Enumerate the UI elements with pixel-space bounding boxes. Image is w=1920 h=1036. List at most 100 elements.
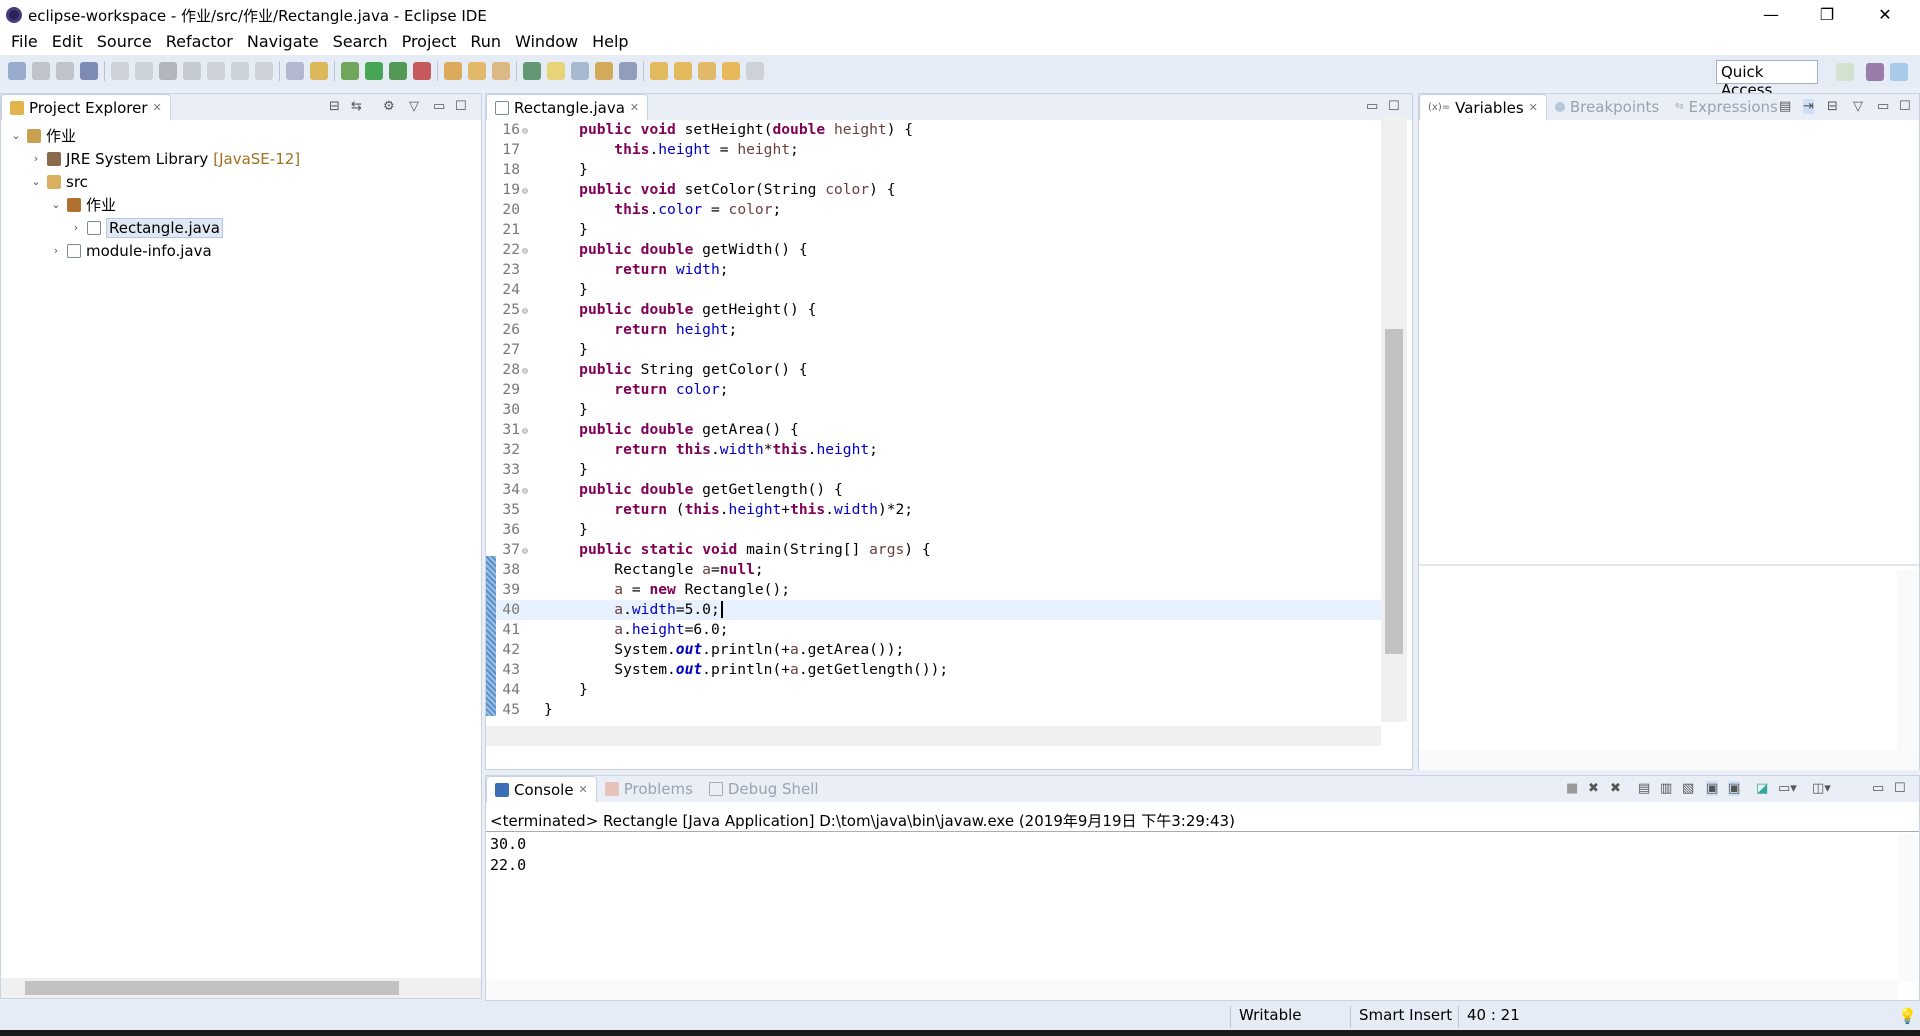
save-all-icon[interactable]: [56, 62, 74, 80]
view-menu-icon[interactable]: ▽: [1853, 99, 1863, 114]
run-icon[interactable]: [365, 62, 383, 80]
code-line[interactable]: 17 this.height = height;: [486, 140, 1381, 160]
remove-launch-icon[interactable]: ✖: [1588, 781, 1599, 796]
tab-variables[interactable]: (x)= Variables ✕: [1419, 94, 1547, 120]
java-perspective-icon[interactable]: [1866, 63, 1884, 81]
maximize-icon[interactable]: ☐: [1388, 99, 1400, 114]
fold-collapse-icon[interactable]: ⊖: [522, 362, 536, 382]
menu-search[interactable]: Search: [326, 30, 395, 55]
pin-console-icon[interactable]: ◪: [1756, 781, 1768, 796]
code-line[interactable]: 45 }: [486, 700, 1381, 720]
menu-project[interactable]: Project: [395, 30, 464, 55]
fold-collapse-icon[interactable]: ⊖: [522, 182, 536, 202]
external-tools-icon[interactable]: [413, 62, 431, 80]
menu-navigate[interactable]: Navigate: [240, 30, 326, 55]
new-java-project-icon[interactable]: [444, 62, 462, 80]
code-line[interactable]: 38 Rectangle a=null;: [486, 560, 1381, 580]
new-icon[interactable]: [8, 62, 26, 80]
chevron-right-icon[interactable]: ›: [49, 244, 63, 257]
menu-run[interactable]: Run: [463, 30, 508, 55]
menu-help[interactable]: Help: [585, 30, 635, 55]
scroll-lock-icon[interactable]: ▤: [1638, 781, 1650, 796]
code-line[interactable]: 46: [486, 720, 1381, 722]
minimize-button[interactable]: —: [1748, 2, 1794, 28]
tree-item[interactable]: › JRE System Library [JavaSE-12]: [1, 147, 481, 170]
code-line[interactable]: 30 }: [486, 400, 1381, 420]
code-line[interactable]: 22 ⊖ public double getWidth() {: [486, 240, 1381, 260]
close-icon[interactable]: ✕: [630, 101, 639, 114]
resume-icon[interactable]: [111, 62, 129, 80]
drop-to-frame-icon[interactable]: [286, 62, 304, 80]
chevron-right-icon[interactable]: ›: [69, 221, 83, 234]
quick-access-input[interactable]: Quick Access: [1716, 60, 1818, 99]
code-line[interactable]: 19 ⊖ public void setColor(String color) {: [486, 180, 1381, 200]
code-editor[interactable]: 16 ⊖ public void setHeight(double height)…: [486, 116, 1381, 722]
last-edit-icon[interactable]: [698, 62, 716, 80]
code-line[interactable]: 35 return (this.height+this.width)*2;: [486, 500, 1381, 520]
code-line[interactable]: 32 return this.width*this.height;: [486, 440, 1381, 460]
code-line[interactable]: 25 ⊖ public double getHeight() {: [486, 300, 1381, 320]
forward-icon[interactable]: [746, 62, 764, 80]
remove-all-terminated-icon[interactable]: ✖: [1610, 781, 1621, 796]
toggle-block-selection-icon[interactable]: [571, 62, 589, 80]
collapse-all-icon[interactable]: ⊟: [329, 99, 340, 114]
tree-item[interactable]: ⌄ 作业: [1, 124, 481, 147]
coverage-icon[interactable]: [389, 62, 407, 80]
close-icon[interactable]: ✕: [153, 101, 162, 114]
code-line[interactable]: 33 }: [486, 460, 1381, 480]
skip-breakpoints-icon[interactable]: [80, 62, 98, 80]
code-line[interactable]: 29 return color;: [486, 380, 1381, 400]
new-package-icon[interactable]: [468, 62, 486, 80]
chevron-down-icon[interactable]: ⌄: [49, 198, 63, 211]
show-on-error-icon[interactable]: ▣: [1728, 781, 1741, 796]
code-line[interactable]: 44 }: [486, 680, 1381, 700]
menu-window[interactable]: Window: [508, 30, 585, 55]
code-line[interactable]: 23 return width;: [486, 260, 1381, 280]
show-on-output-icon[interactable]: ▣: [1706, 781, 1719, 796]
scrollbar-thumb[interactable]: [25, 981, 399, 995]
open-type-icon[interactable]: [523, 62, 541, 80]
fold-collapse-icon[interactable]: ⊖: [522, 122, 536, 142]
code-line[interactable]: 26 return height;: [486, 320, 1381, 340]
code-line[interactable]: 21 }: [486, 220, 1381, 240]
minimize-icon[interactable]: ▭: [1872, 781, 1884, 796]
detail-pane-divider[interactable]: [1419, 564, 1919, 566]
code-line[interactable]: 20 this.color = color;: [486, 200, 1381, 220]
maximize-button[interactable]: ❐: [1804, 2, 1850, 28]
code-line[interactable]: 43 System.out.println(+a.getGetlength())…: [486, 660, 1381, 680]
code-line[interactable]: 18 }: [486, 160, 1381, 180]
chevron-down-icon[interactable]: ⌄: [9, 129, 23, 142]
back-icon[interactable]: [722, 62, 740, 80]
tree-item[interactable]: ⌄ 作业: [1, 193, 481, 216]
word-wrap-icon[interactable]: ▥: [1660, 781, 1672, 796]
code-line[interactable]: 36 }: [486, 520, 1381, 540]
minimize-icon[interactable]: ▭: [1366, 99, 1378, 114]
fold-collapse-icon[interactable]: ⊖: [522, 482, 536, 502]
terminate-icon[interactable]: [159, 62, 177, 80]
open-task-icon[interactable]: [595, 62, 613, 80]
explorer-horizontal-scrollbar[interactable]: [1, 978, 481, 998]
toggle-mark-occurrences-icon[interactable]: [547, 62, 565, 80]
open-console-icon[interactable]: ◫▾: [1812, 781, 1831, 796]
tab-breakpoints[interactable]: Breakpoints: [1547, 94, 1667, 120]
console-vertical-scrollbar[interactable]: [1898, 834, 1918, 982]
disconnect-icon[interactable]: [183, 62, 201, 80]
clear-console-icon[interactable]: ▧: [1682, 781, 1694, 796]
new-class-icon[interactable]: [492, 62, 510, 80]
view-menu-icon[interactable]: ▽: [409, 99, 419, 114]
previous-annotation-icon[interactable]: [674, 62, 692, 80]
maximize-icon[interactable]: ☐: [1899, 99, 1911, 114]
code-line[interactable]: 40 a.width=5.0;: [486, 600, 1381, 620]
filter-icon[interactable]: ⚙: [383, 99, 395, 114]
save-icon[interactable]: [32, 62, 50, 80]
menu-source[interactable]: Source: [90, 30, 159, 55]
tab-project-explorer[interactable]: Project Explorer ✕: [1, 94, 171, 120]
tree-item[interactable]: › module-info.java: [1, 239, 481, 262]
editor-horizontal-scrollbar[interactable]: [486, 726, 1381, 746]
chevron-right-icon[interactable]: ›: [29, 152, 43, 165]
code-line[interactable]: 27 }: [486, 340, 1381, 360]
maximize-icon[interactable]: ☐: [1894, 781, 1906, 796]
step-return-icon[interactable]: [255, 62, 273, 80]
next-annotation-icon[interactable]: [650, 62, 668, 80]
code-line[interactable]: 16 ⊖ public void setHeight(double height)…: [486, 120, 1381, 140]
